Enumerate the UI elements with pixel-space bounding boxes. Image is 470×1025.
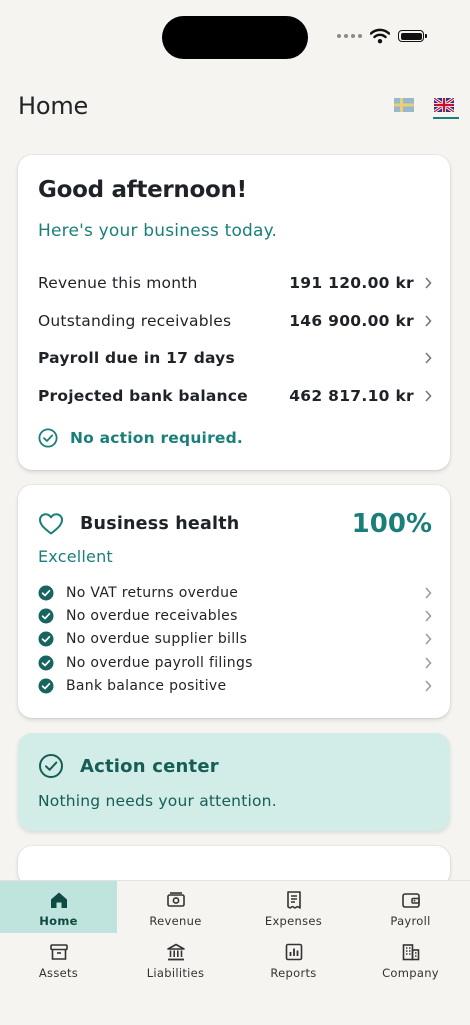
tab-company[interactable]: Company xyxy=(352,933,469,985)
tab-label: Company xyxy=(382,966,439,980)
chevron-right-icon xyxy=(425,277,432,289)
health-check-label: No overdue payroll filings xyxy=(66,654,253,671)
wallet-icon xyxy=(401,893,420,908)
dynamic-island xyxy=(162,16,308,59)
tab-payroll[interactable]: Payroll xyxy=(352,881,469,933)
greeting-subtitle: Here's your business today. xyxy=(38,221,278,241)
revenue-icon xyxy=(166,892,185,907)
bank-balance-row[interactable]: Projected bank balance 462 817.10 kr xyxy=(38,384,432,408)
tab-label: Assets xyxy=(38,966,79,980)
signal-icon xyxy=(337,34,362,38)
check-filled-icon xyxy=(38,655,54,671)
action-center-card[interactable]: Action center Nothing needs your attenti… xyxy=(18,733,450,831)
tab-label: Revenue xyxy=(149,914,202,928)
payroll-row[interactable]: Payroll due in 17 days xyxy=(38,346,432,370)
swedish-flag-icon[interactable] xyxy=(394,98,414,112)
row-label: Projected bank balance xyxy=(38,387,248,405)
action-center-header: Action center xyxy=(38,753,219,779)
check-circle-icon xyxy=(39,754,63,778)
tab-label: Payroll xyxy=(390,914,431,928)
chevron-right-icon xyxy=(425,390,432,402)
tab-reports[interactable]: Reports xyxy=(235,933,352,985)
business-health-rating: Excellent xyxy=(38,547,113,566)
health-check-label: No VAT returns overdue xyxy=(66,584,239,601)
health-check-label: No overdue supplier bills xyxy=(66,631,248,648)
battery-icon xyxy=(398,30,427,42)
action-center-message: Nothing needs your attention. xyxy=(38,792,277,810)
health-check-item[interactable]: No VAT returns overdue xyxy=(38,581,432,604)
check-filled-icon xyxy=(38,678,54,694)
chevron-right-icon xyxy=(425,587,432,599)
tab-bar: Home Revenue Expenses Payroll Assets Lia… xyxy=(0,880,470,1025)
bank-icon xyxy=(166,943,185,961)
archive-box-icon xyxy=(49,944,68,960)
check-filled-icon xyxy=(38,631,54,647)
status-message: No action required. xyxy=(38,428,243,448)
tab-label: Expenses xyxy=(264,914,323,928)
receivables-row[interactable]: Outstanding receivables 146 900.00 kr xyxy=(38,309,432,333)
tab-label: Liabilities xyxy=(146,966,205,980)
business-health-card[interactable]: Business health 100% Excellent No VAT re… xyxy=(18,485,450,718)
chevron-right-icon xyxy=(425,315,432,327)
building-icon xyxy=(402,944,419,961)
bar-chart-icon xyxy=(285,943,302,961)
chevron-right-icon xyxy=(425,610,432,622)
row-value: 191 120.00 kr xyxy=(289,274,414,292)
business-health-title: Business health xyxy=(80,514,240,534)
row-label: Outstanding receivables xyxy=(38,312,232,330)
health-check-label: Bank balance positive xyxy=(66,678,227,695)
tab-liabilities[interactable]: Liabilities xyxy=(117,933,234,985)
wifi-icon xyxy=(370,28,390,44)
status-text: No action required. xyxy=(70,429,244,447)
business-health-percent: 100% xyxy=(351,509,432,539)
row-value: 146 900.00 kr xyxy=(289,312,414,330)
tab-expenses[interactable]: Expenses xyxy=(235,881,352,933)
check-filled-icon xyxy=(38,608,54,624)
page-title: Home xyxy=(18,92,89,120)
chevron-right-icon xyxy=(425,352,432,364)
status-bar xyxy=(337,28,427,44)
business-health-header: Business health 100% xyxy=(38,509,432,539)
row-label: Revenue this month xyxy=(38,274,198,292)
row-value: 462 817.10 kr xyxy=(289,387,414,405)
chevron-right-icon xyxy=(425,680,432,692)
tab-label: Reports xyxy=(270,966,317,980)
health-check-label: No overdue receivables xyxy=(66,608,238,625)
tab-revenue[interactable]: Revenue xyxy=(117,881,234,933)
health-check-item[interactable]: No overdue payroll filings xyxy=(38,651,432,674)
health-check-item[interactable]: No overdue receivables xyxy=(38,604,432,627)
health-check-item[interactable]: No overdue supplier bills xyxy=(38,628,432,651)
home-icon xyxy=(50,892,67,908)
health-check-item[interactable]: Bank balance positive xyxy=(38,675,432,698)
check-circle-icon xyxy=(38,428,58,448)
active-language-indicator xyxy=(433,117,459,119)
tab-assets[interactable]: Assets xyxy=(0,933,117,985)
heart-icon xyxy=(39,513,63,535)
tab-home[interactable]: Home xyxy=(0,881,117,933)
chevron-right-icon xyxy=(425,657,432,669)
action-center-title: Action center xyxy=(80,755,219,777)
greeting: Good afternoon! xyxy=(38,177,247,203)
receipt-icon xyxy=(286,891,301,909)
chevron-right-icon xyxy=(425,633,432,645)
summary-card: Good afternoon! Here's your business tod… xyxy=(18,155,450,470)
english-flag-icon[interactable] xyxy=(434,98,454,112)
check-filled-icon xyxy=(38,585,54,601)
row-label: Payroll due in 17 days xyxy=(38,349,235,367)
tab-label: Home xyxy=(39,914,78,928)
health-check-list: No VAT returns overdue No overdue receiv… xyxy=(38,581,432,698)
revenue-row[interactable]: Revenue this month 191 120.00 kr xyxy=(38,271,432,295)
